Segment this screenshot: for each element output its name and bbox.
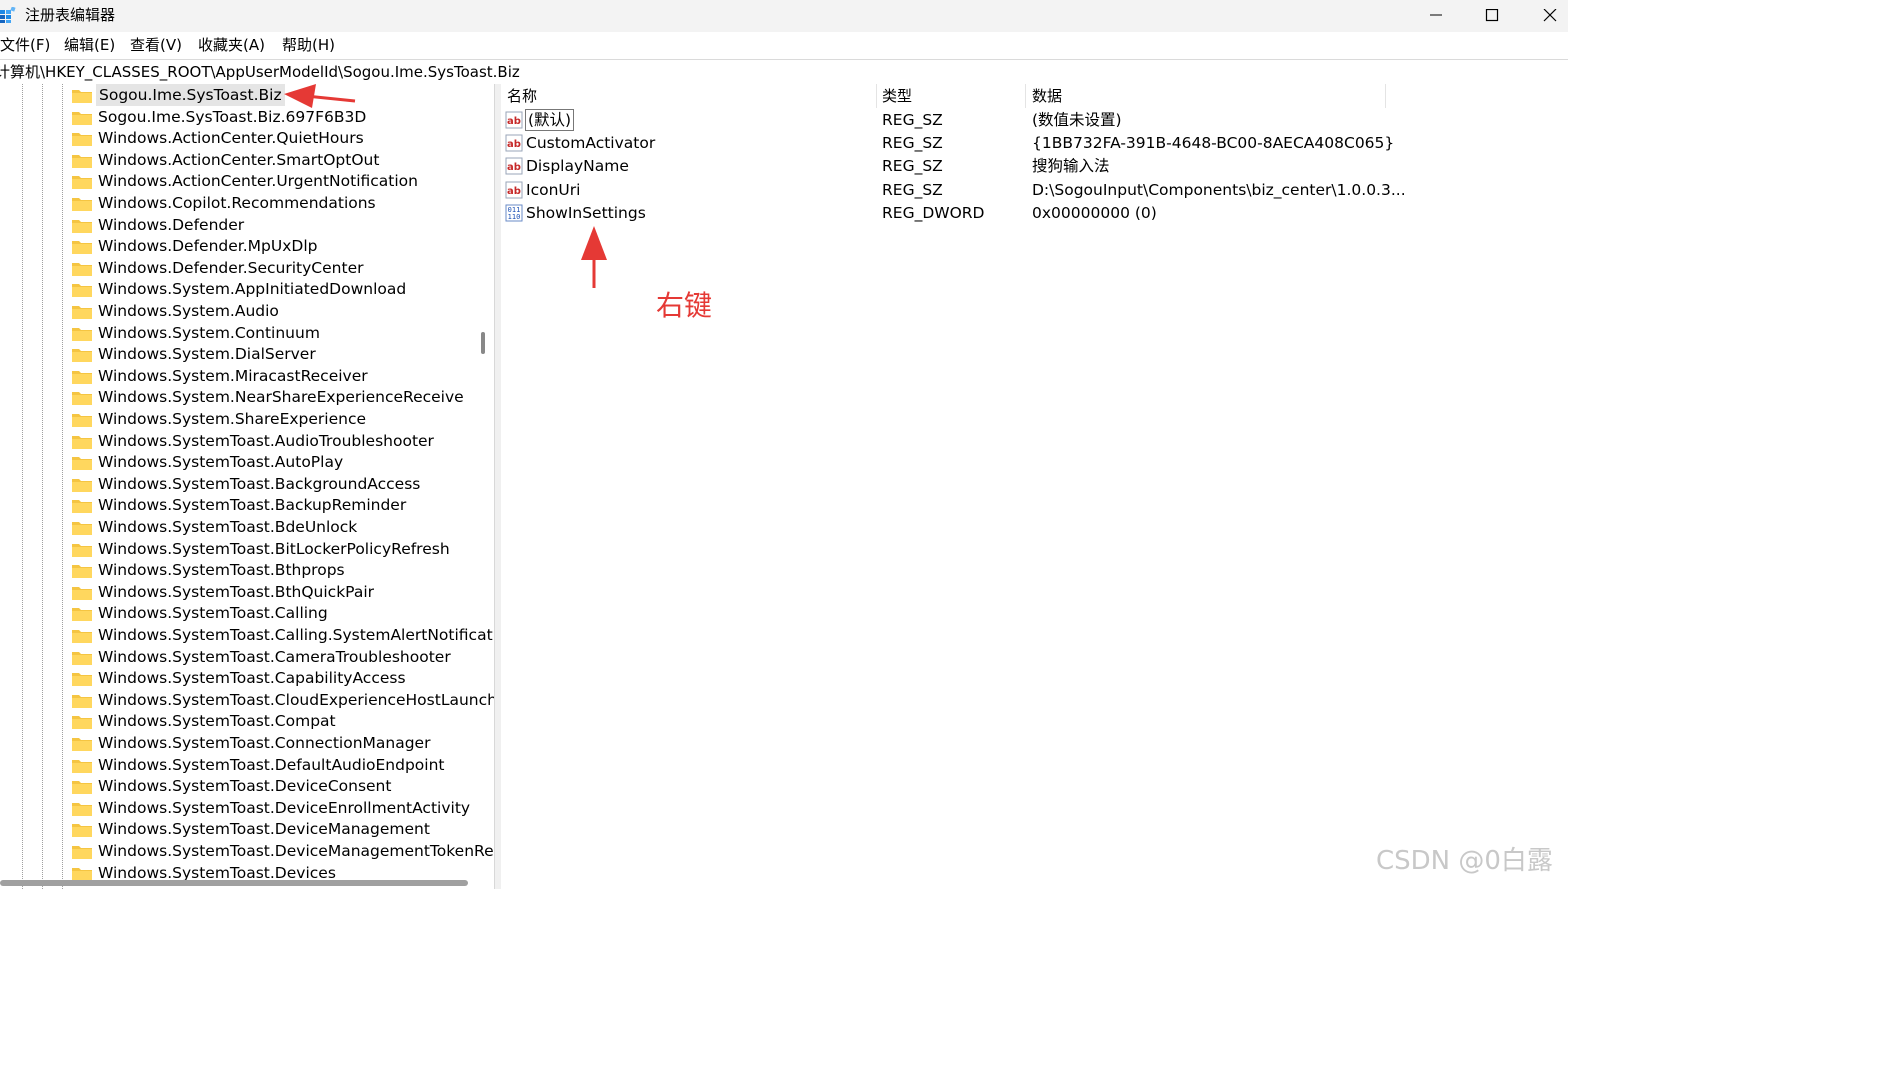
annotation-arrows [284,84,607,288]
annotation-label: 右键 [656,289,713,322]
watermark: CSDN @0白露 [1376,846,1553,876]
